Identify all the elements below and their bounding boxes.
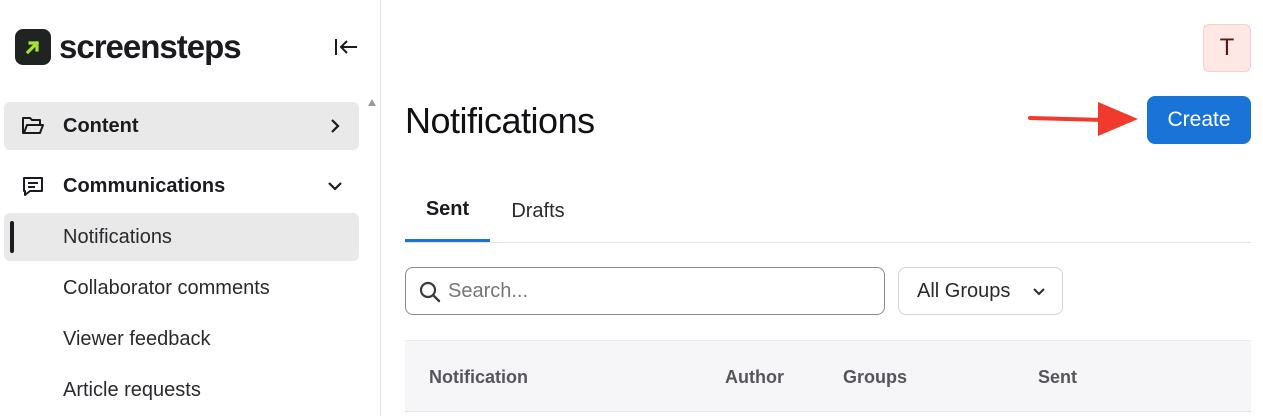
search-box[interactable] — [405, 267, 885, 315]
user-avatar[interactable]: T — [1203, 24, 1251, 72]
sidebar-item-label: Viewer feedback — [63, 327, 211, 350]
collapse-sidebar-button[interactable] — [330, 33, 362, 61]
create-button[interactable]: Create — [1147, 96, 1251, 144]
scroll-up-arrow[interactable] — [368, 99, 376, 106]
folder-open-icon — [21, 114, 45, 138]
sidebar-item-label: Collaborator comments — [63, 276, 270, 299]
brand-name: screensteps — [59, 28, 242, 65]
brand[interactable]: screensteps — [15, 28, 242, 65]
sidebar-item-label: Notifications — [63, 225, 172, 248]
sidebar: screensteps Content Communications Notif… — [0, 0, 381, 416]
sidebar-item-notifications[interactable]: Notifications — [4, 213, 359, 261]
chevron-down-icon — [325, 176, 345, 196]
table-header: Notification Author Groups Sent — [405, 340, 1251, 412]
tab-bar: Sent Drafts — [405, 180, 1251, 243]
sidebar-item-content[interactable]: Content — [4, 102, 359, 150]
column-header-author[interactable]: Author — [725, 367, 784, 388]
collapse-left-icon — [335, 39, 357, 55]
sidebar-item-collaborator-comments[interactable]: Collaborator comments — [4, 264, 359, 312]
annotation-arrow-icon — [1028, 102, 1138, 136]
column-header-sent[interactable]: Sent — [1038, 367, 1077, 388]
active-indicator — [10, 221, 14, 253]
search-input[interactable] — [448, 276, 868, 306]
sidebar-item-viewer-feedback[interactable]: Viewer feedback — [4, 315, 359, 363]
sidebar-item-label: Communications — [63, 174, 226, 197]
tab-drafts[interactable]: Drafts — [490, 180, 586, 242]
tab-sent[interactable]: Sent — [405, 180, 490, 242]
logo-icon — [15, 29, 51, 65]
groups-filter-value: All Groups — [917, 279, 1011, 302]
page-title: Notifications — [405, 100, 595, 141]
search-icon — [419, 281, 441, 303]
sidebar-item-article-requests[interactable]: Article requests — [4, 366, 359, 414]
column-header-notification[interactable]: Notification — [429, 367, 528, 388]
sidebar-item-label: Content — [63, 114, 139, 137]
sidebar-item-label: Article requests — [63, 378, 201, 401]
chevron-right-icon — [325, 116, 345, 136]
message-square-icon — [21, 174, 45, 198]
sidebar-item-communications[interactable]: Communications — [4, 162, 359, 210]
column-header-groups[interactable]: Groups — [843, 367, 907, 388]
groups-filter-dropdown[interactable]: All Groups — [898, 267, 1063, 315]
chevron-down-icon — [1029, 282, 1049, 302]
